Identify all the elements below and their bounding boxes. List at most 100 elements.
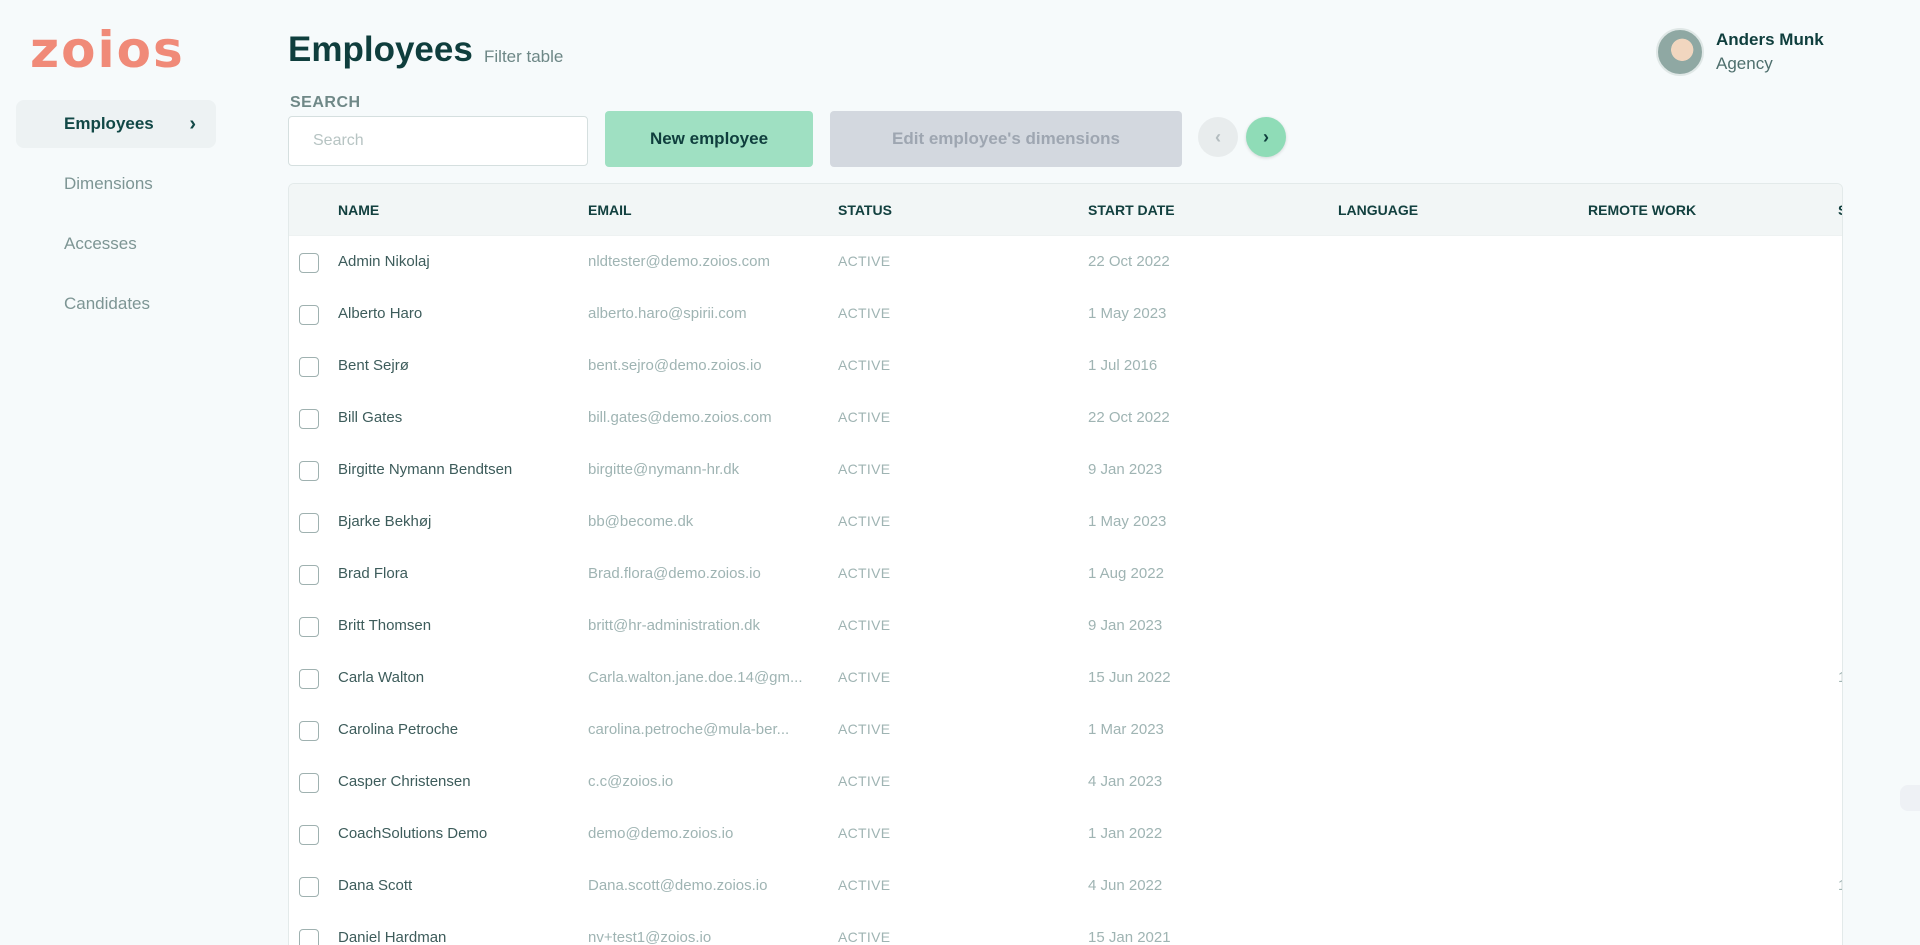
sidebar-item-employees[interactable]: Employees › xyxy=(16,100,216,148)
user-menu[interactable]: Anders Munk Agency xyxy=(1656,28,1824,76)
user-info: Anders Munk Agency xyxy=(1716,30,1824,74)
table-row[interactable]: Brad Flora Brad.flora@demo.zoios.io ACTIVE… xyxy=(289,548,1842,600)
cell-start-date: 1 May 2023 xyxy=(1088,305,1167,322)
sidebar-item-candidates[interactable]: Candidates xyxy=(16,280,216,328)
table-row[interactable]: Bjarke Bekhøj bb@become.dk ACTIVE 1 May 202… xyxy=(289,496,1842,548)
cell-email: Brad.flora@demo.zoios.io xyxy=(588,565,761,582)
table-row[interactable]: Birgitte Nymann Bendtsen birgitte@nymann-… xyxy=(289,444,1842,496)
row-checkbox[interactable] xyxy=(299,409,319,429)
cell-start-date: 1 Jul 2016 xyxy=(1088,357,1158,374)
cell-email: alberto.haro@spirii.com xyxy=(588,305,747,322)
cell-email: c.c@zoios.io xyxy=(588,773,674,790)
cell-start-date: 9 Jan 2023 xyxy=(1088,461,1163,478)
cell-start-date: 22 Oct 2022 xyxy=(1088,253,1170,270)
row-checkbox[interactable] xyxy=(299,461,319,481)
column-header-name[interactable]: NAME xyxy=(338,202,379,218)
cell-name: Dana Scott xyxy=(338,877,413,894)
sidebar-item-label: Candidates xyxy=(64,294,151,313)
cell-name: Alberto Haro xyxy=(338,305,423,322)
cell-email: birgitte@nymann-hr.dk xyxy=(588,461,740,478)
row-checkbox[interactable] xyxy=(299,773,319,793)
search-label: SEARCH xyxy=(290,94,361,111)
row-checkbox[interactable] xyxy=(299,565,319,585)
row-checkbox[interactable] xyxy=(299,617,319,637)
employees-table: NAME EMAIL STATUS START DATE LANGUAGE RE… xyxy=(288,183,1843,945)
cell-name: Bjarke Bekhøj xyxy=(338,513,432,530)
user-name: Anders Munk xyxy=(1716,30,1824,49)
cell-email: carolina.petroche@mula-ber... xyxy=(588,721,790,738)
filter-table-link[interactable]: Filter table xyxy=(484,47,563,67)
table-row[interactable]: Carolina Petroche carolina.petroche@mula-… xyxy=(289,704,1842,756)
column-header-remote-work[interactable]: REMOTE WORK xyxy=(1588,202,1696,218)
column-header-language[interactable]: LANGUAGE xyxy=(1338,202,1418,218)
table-row[interactable]: CoachSolutions Demo demo@demo.zoios.io ACT… xyxy=(289,808,1842,860)
table-row[interactable]: Casper Christensen c.c@zoios.io ACTIVE 4 Ja… xyxy=(289,756,1842,808)
cell-start-date: 22 Oct 2022 xyxy=(1088,409,1170,426)
cell-status: ACTIVE xyxy=(838,253,891,269)
cell-truncated: 1 xyxy=(1838,669,1842,686)
row-checkbox[interactable] xyxy=(299,929,319,945)
zoios-logo[interactable]: zoios xyxy=(30,25,185,75)
cell-email: bill.gates@demo.zoios.com xyxy=(588,409,772,426)
table-row[interactable]: Bent Sejrø bent.sejro@demo.zoios.io ACTIVE… xyxy=(289,340,1842,392)
column-header-start-date[interactable]: START DATE xyxy=(1088,202,1175,218)
sidebar-item-dimensions[interactable]: Dimensions xyxy=(16,160,216,208)
cell-name: Britt Thomsen xyxy=(338,617,432,634)
column-header-email[interactable]: EMAIL xyxy=(588,202,632,218)
sidebar-item-label: Employees xyxy=(64,114,154,133)
cell-name: CoachSolutions Demo xyxy=(338,825,488,842)
search-input[interactable] xyxy=(288,116,588,166)
cell-start-date: 15 Jun 2022 xyxy=(1088,669,1171,686)
row-checkbox[interactable] xyxy=(299,825,319,845)
cell-start-date: 9 Jan 2023 xyxy=(1088,617,1163,634)
cell-status: ACTIVE xyxy=(838,513,891,529)
new-employee-button[interactable]: New employee xyxy=(605,111,813,167)
cell-email: demo@demo.zoios.io xyxy=(588,825,734,842)
cell-name: Carla Walton xyxy=(338,669,425,686)
cell-name: Daniel Hardman xyxy=(338,929,447,945)
row-checkbox[interactable] xyxy=(299,669,319,689)
row-checkbox[interactable] xyxy=(299,253,319,273)
user-role: Agency xyxy=(1716,54,1773,73)
cell-truncated: 1 xyxy=(1838,877,1842,894)
row-checkbox[interactable] xyxy=(299,721,319,741)
column-header-truncated[interactable]: S xyxy=(1838,202,1842,218)
sidebar-item-accesses[interactable]: Accesses xyxy=(16,220,216,268)
chevron-right-icon: › xyxy=(189,112,196,135)
chevron-left-icon[interactable]: ‹ xyxy=(1198,117,1238,157)
row-checkbox[interactable] xyxy=(299,513,319,533)
page-title: Employees xyxy=(288,30,473,69)
cell-email: bb@become.dk xyxy=(588,513,694,530)
cell-start-date: 4 Jan 2023 xyxy=(1088,773,1163,790)
sidebar-item-label: Accesses xyxy=(64,234,137,253)
sidebar-nav: Employees › Dimensions Accesses Candidat… xyxy=(16,100,216,340)
cell-email: britt@hr-administration.dk xyxy=(588,617,760,634)
avatar[interactable] xyxy=(1656,28,1704,76)
table-row[interactable]: Bill Gates bill.gates@demo.zoios.com ACTIV… xyxy=(289,392,1842,444)
cell-name: Brad Flora xyxy=(338,565,409,582)
table-row[interactable]: Alberto Haro alberto.haro@spirii.com ACTIV… xyxy=(289,288,1842,340)
chevron-right-icon[interactable]: › xyxy=(1246,117,1286,157)
table-row[interactable]: Daniel Hardman nv+test1@zoios.io ACTIVE 15 … xyxy=(289,912,1842,945)
table-row[interactable]: Britt Thomsen britt@hr-administration.dk A… xyxy=(289,600,1842,652)
table-row[interactable]: Carla Walton Carla.walton.jane.doe.14@gm.… xyxy=(289,652,1842,704)
edit-dimensions-button[interactable]: Edit employee's dimensions xyxy=(830,111,1182,167)
cell-name: Casper Christensen xyxy=(338,773,471,790)
column-header-status[interactable]: STATUS xyxy=(838,202,892,218)
side-panel-handle[interactable] xyxy=(1900,785,1920,811)
row-checkbox[interactable] xyxy=(299,877,319,897)
table-row[interactable]: Admin Nikolaj nldtester@demo.zoios.com ACT… xyxy=(289,236,1842,288)
cell-status: ACTIVE xyxy=(838,825,891,841)
cell-email: bent.sejro@demo.zoios.io xyxy=(588,357,762,374)
table-row[interactable]: Dana Scott Dana.scott@demo.zoios.io ACTIVE… xyxy=(289,860,1842,912)
cell-status: ACTIVE xyxy=(838,773,891,789)
cell-start-date: 1 Jan 2022 xyxy=(1088,825,1163,842)
cell-status: ACTIVE xyxy=(838,357,891,373)
row-checkbox[interactable] xyxy=(299,305,319,325)
cell-email: nv+test1@zoios.io xyxy=(588,929,712,945)
cell-name: Birgitte Nymann Bendtsen xyxy=(338,461,513,478)
table-body: Admin Nikolaj nldtester@demo.zoios.com ACT… xyxy=(289,236,1842,945)
cell-status: ACTIVE xyxy=(838,305,891,321)
row-checkbox[interactable] xyxy=(299,357,319,377)
table-header: NAME EMAIL STATUS START DATE LANGUAGE RE… xyxy=(289,184,1842,236)
